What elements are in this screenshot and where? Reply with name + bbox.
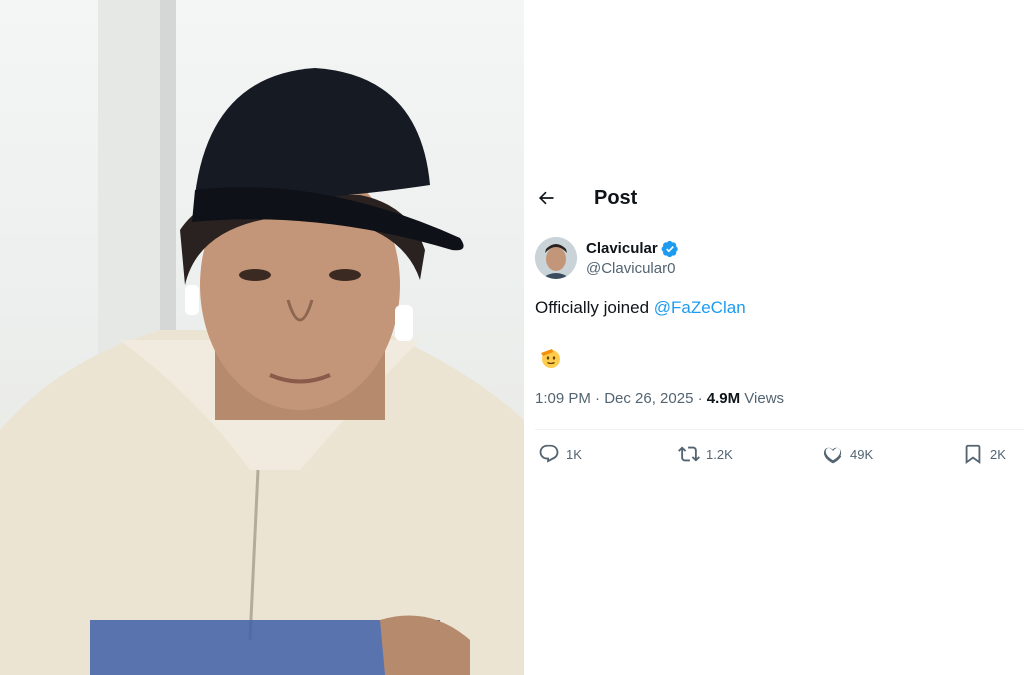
video-frame-photo bbox=[0, 0, 524, 675]
author-display-name[interactable]: Clavicular bbox=[586, 240, 658, 257]
views-label: Views bbox=[740, 390, 785, 407]
back-arrow-icon bbox=[538, 191, 554, 205]
like-button[interactable]: 49K bbox=[822, 443, 873, 465]
back-button[interactable] bbox=[536, 188, 556, 208]
avatar-image bbox=[535, 237, 577, 279]
photo-illustration bbox=[0, 0, 524, 675]
post-text-line1: Officially joined @FaZeClan bbox=[535, 297, 746, 319]
repost-icon bbox=[678, 446, 700, 462]
repost-count: 1.2K bbox=[706, 446, 733, 462]
saluting-face-emoji-icon bbox=[541, 349, 560, 368]
post-text-prefix: Officially joined bbox=[535, 298, 654, 317]
reply-button[interactable]: 1K bbox=[538, 443, 582, 465]
repost-button[interactable]: 1.2K bbox=[678, 443, 733, 465]
avatar[interactable] bbox=[535, 237, 577, 279]
views-count: 4.9M bbox=[706, 390, 741, 407]
bookmark-count: 2K bbox=[990, 446, 1006, 462]
like-icon bbox=[823, 447, 842, 464]
post-detail-panel: Post Clavicular @Clavicular0 Officially … bbox=[524, 0, 1024, 675]
verified-badge-icon bbox=[661, 240, 678, 257]
bookmark-icon bbox=[965, 444, 981, 465]
reply-count: 1K bbox=[566, 446, 582, 462]
post-timestamp[interactable]: 1:09 PM · Dec 26, 2025 bbox=[535, 390, 693, 407]
post-text-line2 bbox=[535, 347, 562, 369]
divider bbox=[535, 429, 1024, 430]
post-author[interactable]: Clavicular @Clavicular0 bbox=[535, 237, 679, 279]
post-meta: 1:09 PM · Dec 26, 2025 · 4.9M Views bbox=[535, 390, 784, 407]
page-title: Post bbox=[594, 186, 638, 209]
reply-icon bbox=[539, 444, 559, 463]
post-header: Post bbox=[536, 180, 637, 216]
like-count: 49K bbox=[850, 446, 874, 462]
bookmark-button[interactable]: 2K bbox=[962, 443, 1006, 465]
post-actions-bar: 1K 1.2K 49K 2K bbox=[538, 443, 1008, 467]
author-handle[interactable]: @Clavicular0 bbox=[586, 260, 679, 277]
mention-link[interactable]: @FaZeClan bbox=[654, 298, 746, 317]
meta-separator: · bbox=[693, 390, 707, 407]
